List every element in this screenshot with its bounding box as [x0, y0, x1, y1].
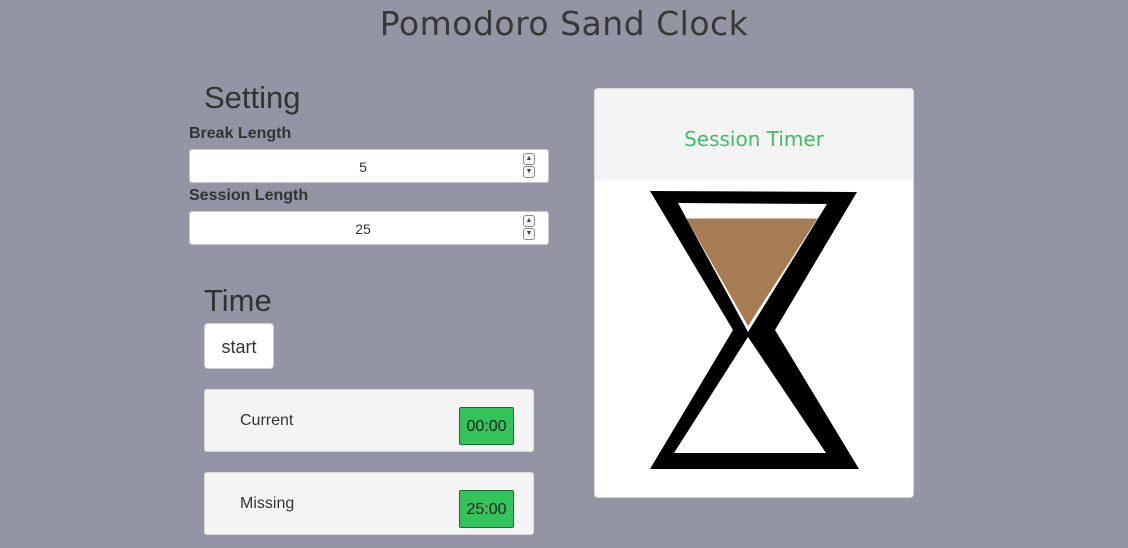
- break-length-label: Break Length: [189, 125, 292, 142]
- session-length-input[interactable]: 25 ▲ ▼: [189, 211, 549, 245]
- chevron-down-icon[interactable]: ▼: [523, 166, 535, 178]
- start-button[interactable]: start: [204, 323, 274, 369]
- chevron-down-icon[interactable]: ▼: [523, 228, 535, 240]
- session-length-value: 25: [355, 221, 371, 237]
- time-heading: Time: [204, 283, 272, 318]
- break-length-value: 5: [359, 159, 367, 175]
- session-length-spinner[interactable]: ▲ ▼: [523, 215, 535, 241]
- current-label: Current: [240, 412, 294, 429]
- session-length-label: Session Length: [189, 187, 309, 204]
- chevron-up-icon[interactable]: ▲: [523, 215, 535, 227]
- sand-clock-panel: Session Timer: [594, 88, 914, 498]
- page-title: Pomodoro Sand Clock: [379, 4, 749, 43]
- current-time-badge: 00:00: [459, 407, 514, 445]
- break-length-input[interactable]: 5 ▲ ▼: [189, 149, 549, 183]
- missing-timer-card: Missing 25:00: [204, 472, 534, 535]
- missing-label: Missing: [240, 495, 295, 512]
- settings-heading: Setting: [204, 80, 301, 115]
- chevron-up-icon[interactable]: ▲: [523, 153, 535, 165]
- missing-time-badge: 25:00: [459, 490, 514, 528]
- break-length-spinner[interactable]: ▲ ▼: [523, 153, 535, 179]
- current-timer-card: Current 00:00: [204, 389, 534, 452]
- hourglass-icon: [650, 191, 859, 469]
